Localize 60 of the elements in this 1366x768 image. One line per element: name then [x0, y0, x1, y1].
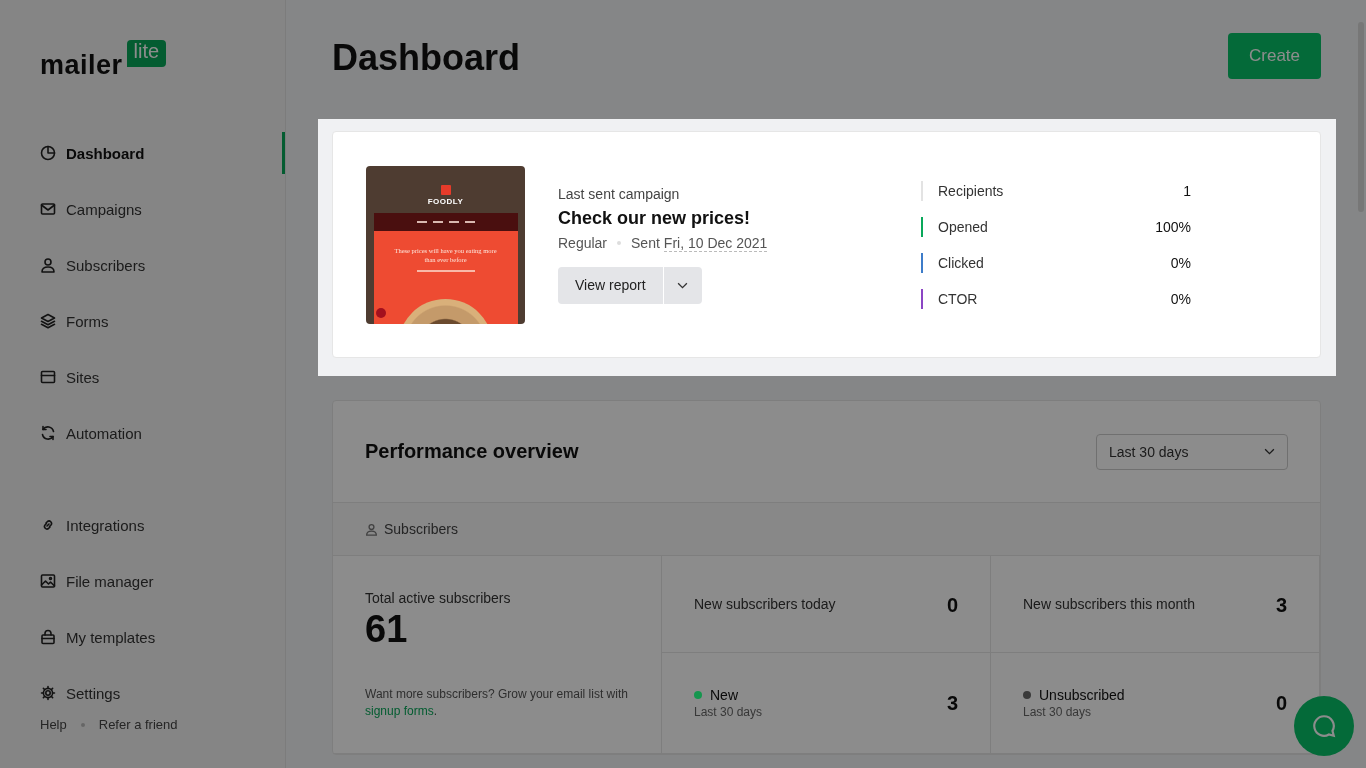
browser-icon [40, 369, 56, 385]
dropdown-button[interactable] [663, 266, 702, 304]
refresh-icon [40, 425, 56, 441]
bag-icon [40, 629, 56, 645]
preview-brand: FOODLY [427, 196, 464, 206]
stat-label: Recipients [938, 182, 1004, 199]
stat-value: 3 [1275, 594, 1287, 617]
image-icon [40, 573, 56, 589]
mailerlite-logo[interactable]: mailer lite [40, 40, 285, 81]
sent-date: Fri, 10 Dec 2021 [663, 234, 768, 252]
stat-label: New [710, 687, 738, 703]
caret-icon [677, 281, 689, 289]
gear-icon [40, 685, 56, 701]
stat-value: 0% [1170, 254, 1191, 271]
nav-item[interactable]: File manager [40, 553, 285, 609]
berry-photo [375, 307, 386, 318]
stat-value: 100% [1155, 218, 1191, 235]
stat-label: New subscribers this month [1023, 596, 1195, 612]
envelope-icon [40, 201, 56, 217]
stat-period: Last 30 days [694, 705, 763, 719]
sent-label: Sent [631, 235, 660, 251]
subscribers-tab[interactable]: Subscribers [333, 503, 1320, 556]
preview-text-line [416, 269, 475, 272]
nav-item[interactable]: Dashboard [40, 125, 285, 181]
stat-value: 3 [946, 691, 958, 715]
campaign-name: Check our new prices! [558, 207, 752, 229]
clock-icon [40, 145, 56, 161]
stat-value: 0% [1170, 290, 1191, 307]
stat-value: 1 [1183, 182, 1191, 199]
logo-icon [440, 184, 451, 195]
person-icon [365, 522, 378, 536]
stat-period: Last 30 days [1023, 705, 1093, 719]
stat-label: New subscribers today [694, 596, 836, 612]
stat-label: CTOR [938, 290, 978, 307]
nav-item[interactable]: Subscribers [40, 237, 285, 293]
stat-label: Unsubscribed [1039, 687, 1125, 703]
layers-icon [40, 313, 56, 329]
stat-label: Clicked [938, 254, 984, 271]
panel-title: Performance overview [365, 440, 579, 463]
period-dropdown[interactable]: Last 30 days [1096, 433, 1288, 470]
nav-item[interactable]: My templates [40, 609, 285, 665]
nav-item[interactable]: Campaigns [40, 181, 285, 237]
promo-text: Want more subscribers? Grow your email list with signup forms. [365, 686, 629, 720]
stat-label: Opened [938, 218, 988, 235]
stat-value: 0 [1275, 691, 1287, 715]
view-report-button[interactable]: View report [558, 266, 663, 304]
stat-label: Total active subscribers [365, 590, 512, 606]
person-icon [40, 257, 56, 273]
stat-value: 61 [365, 608, 409, 651]
nav-item[interactable]: Integrations [40, 497, 285, 553]
caret-icon [1264, 448, 1275, 455]
chat-bubble-icon [1311, 713, 1337, 739]
nav-item[interactable]: Forms [40, 293, 285, 349]
nav-item[interactable]: Automation [40, 405, 285, 461]
signup-forms-link[interactable]: signup forms [365, 704, 434, 719]
page-title: Dashboard [332, 37, 521, 79]
stat-value: 0 [946, 594, 958, 617]
nav-item[interactable]: Sites [40, 349, 285, 405]
campaign-type: Regular [558, 235, 608, 251]
campaign-label: Last sent campaign [558, 185, 681, 202]
